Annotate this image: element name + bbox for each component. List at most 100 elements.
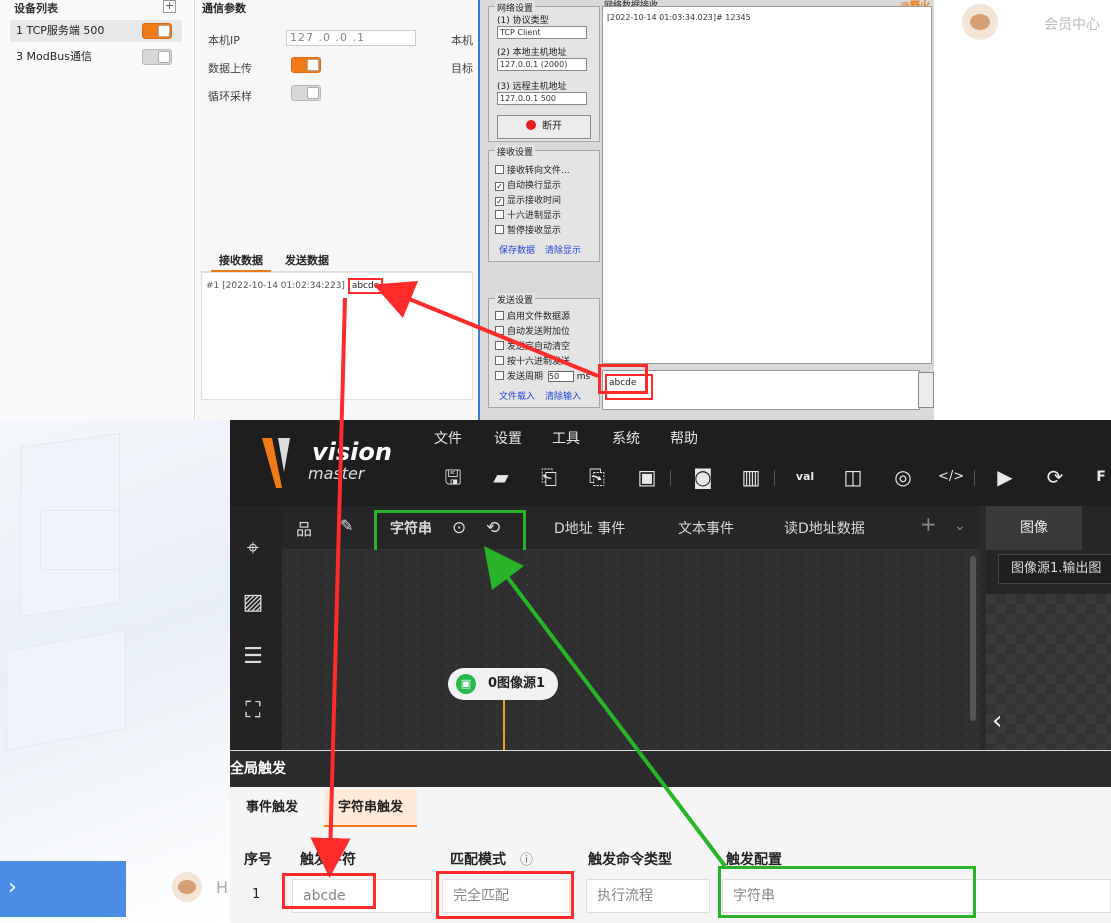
remote-host-input[interactable]: 127.0.0.1 500 bbox=[497, 92, 587, 105]
menu-help[interactable]: 帮助 bbox=[670, 428, 698, 448]
tools-icon[interactable]: ▥ bbox=[738, 464, 764, 490]
recv-option-show-time[interactable]: ✓ 显示接收时间 bbox=[495, 193, 561, 206]
row-index: 1 bbox=[252, 887, 261, 902]
menu-file[interactable]: 文件 bbox=[434, 428, 462, 448]
background-decoration: › H bbox=[0, 420, 230, 923]
lock-icon[interactable]: ▣ bbox=[634, 464, 660, 490]
tab-event-trigger[interactable]: 事件触发 bbox=[232, 789, 312, 827]
redo-icon[interactable]: ⎘ bbox=[584, 464, 610, 490]
col-index: 序号 bbox=[244, 852, 272, 868]
tab-d-address-event[interactable]: D地址 事件 bbox=[554, 518, 625, 538]
col-trigger-char: 触发字符 bbox=[300, 852, 356, 868]
f-icon[interactable]: F bbox=[1088, 464, 1111, 490]
monkey-avatar-icon bbox=[172, 872, 202, 902]
device-item-label: 3 ModBus通信 bbox=[16, 50, 92, 63]
menu-settings[interactable]: 设置 bbox=[494, 428, 522, 448]
load-file-link[interactable]: 文件载入 bbox=[499, 389, 535, 402]
hierarchy-icon[interactable]: 品 bbox=[296, 516, 312, 540]
member-center-link[interactable]: 会员中心 bbox=[1044, 14, 1100, 34]
recv-option-pause[interactable]: 暂停接收显示 bbox=[495, 223, 561, 236]
recv-option-hex[interactable]: 十六进制显示 bbox=[495, 208, 561, 221]
tab-string-trigger[interactable]: 字符串触发 bbox=[324, 789, 418, 827]
open-folder-icon[interactable]: ▰ bbox=[488, 464, 514, 490]
send-period-input[interactable]: 50 bbox=[547, 371, 574, 382]
image-edit-icon[interactable]: ▨ bbox=[236, 586, 270, 620]
deco-text: H bbox=[216, 878, 229, 897]
tab-image[interactable]: 图像 bbox=[986, 506, 1082, 550]
script-icon[interactable]: </> bbox=[938, 464, 964, 490]
canvas-scrollbar[interactable] bbox=[970, 556, 976, 721]
device-item-modbus[interactable]: 3 ModBus通信 bbox=[10, 46, 182, 68]
net-settings-group: 网络设置 (1) 协议类型 TCP Client (2) 本地主机地址 127.… bbox=[488, 1, 600, 142]
image-panel: 图像 图像源1.输出图 ‹ bbox=[986, 506, 1111, 750]
focus-icon[interactable]: ⛶ bbox=[236, 694, 270, 728]
send-option-hex[interactable]: 按十六进制发送 bbox=[495, 354, 570, 367]
tab-text-event[interactable]: 文本事件 bbox=[678, 518, 734, 538]
add-device-button[interactable]: + bbox=[163, 0, 176, 13]
send-option-auto-clear[interactable]: 发送完自动清空 bbox=[495, 339, 570, 352]
data-upload-toggle[interactable] bbox=[291, 57, 321, 73]
loop-sample-toggle[interactable] bbox=[291, 85, 321, 101]
send-option-append[interactable]: 自动发送附加位 bbox=[495, 324, 570, 337]
device-item-tcp-server[interactable]: 1 TCP服务端 500 bbox=[10, 20, 182, 42]
receive-data-line: #1 [2022-10-14 01:02:34:223] abcde bbox=[206, 278, 384, 294]
receive-log-text: [2022-10-14 01:03:34.023]# 12345 bbox=[607, 13, 751, 22]
flow-node-image-source[interactable]: ▣ 0图像源1 bbox=[448, 668, 558, 700]
disconnect-button-label: 断开 bbox=[542, 121, 562, 132]
chevron-down-icon[interactable]: ⌄ bbox=[954, 518, 966, 534]
recv-option-auto-wrap[interactable]: ✓ 自动换行显示 bbox=[495, 178, 561, 191]
net-assistant-window: @野火 网络设置 (1) 协议类型 TCP Client (2) 本地主机地址 … bbox=[478, 0, 934, 420]
data-tabs: 接收数据 发送数据 bbox=[201, 248, 471, 272]
col-match-mode: 匹配模式 bbox=[450, 852, 506, 868]
undo-icon[interactable]: ⎗ bbox=[536, 464, 562, 490]
deco-card bbox=[40, 510, 120, 570]
save-data-link[interactable]: 保存数据 bbox=[499, 243, 535, 256]
chevron-left-icon[interactable]: ‹ bbox=[992, 706, 1002, 736]
variable-icon[interactable]: val bbox=[792, 464, 818, 490]
run-loop-icon[interactable]: ⟳ bbox=[1042, 464, 1068, 490]
send-option-file-source[interactable]: 启用文件数据源 bbox=[495, 309, 570, 322]
send-input-area[interactable]: abcde bbox=[602, 370, 920, 410]
remote-host-label: (3) 远程主机地址 bbox=[497, 82, 567, 92]
tab-send-data[interactable]: 发送数据 bbox=[277, 252, 337, 270]
send-settings-group: 发送设置 启用文件数据源 自动发送附加位 发送完自动清空 按十六进制发送 发送周… bbox=[488, 293, 600, 408]
io-icon[interactable]: ◫ bbox=[840, 464, 866, 490]
send-option-period[interactable]: 发送周期 50 ms bbox=[495, 369, 590, 382]
add-tab-button[interactable]: + bbox=[920, 512, 937, 536]
image-source-select[interactable]: 图像源1.输出图 bbox=[998, 554, 1111, 584]
logo-master-text: master bbox=[308, 464, 365, 483]
vision-master-logo bbox=[260, 432, 300, 492]
device-enable-toggle[interactable] bbox=[142, 23, 172, 39]
recv-option-to-file[interactable]: 接收转向文件... bbox=[495, 163, 570, 176]
red-annotation-box bbox=[436, 871, 574, 919]
vm-top-bar: vision master 文件 设置 工具 系统 帮助 🖫 ▰ ⎗ ⎘ ▣ ◙… bbox=[230, 420, 1111, 506]
disconnect-button[interactable]: 断开 bbox=[497, 115, 591, 139]
menu-tools[interactable]: 工具 bbox=[552, 428, 580, 448]
wrench-icon[interactable]: ✎ bbox=[340, 516, 353, 535]
send-button[interactable] bbox=[918, 372, 934, 408]
tab-receive-data[interactable]: 接收数据 bbox=[211, 252, 271, 272]
menu-system[interactable]: 系统 bbox=[612, 428, 640, 448]
save-icon[interactable]: 🖫 bbox=[440, 464, 466, 490]
protocol-select[interactable]: TCP Client bbox=[497, 26, 587, 39]
local-ip-input[interactable]: 127 .0 .0 .1 bbox=[286, 30, 416, 46]
device-enable-toggle[interactable] bbox=[142, 49, 172, 65]
command-type-select[interactable]: 执行流程 bbox=[586, 879, 710, 913]
col-command-type: 触发命令类型 bbox=[588, 852, 672, 868]
info-icon[interactable]: ⓘ bbox=[520, 849, 533, 868]
clear-display-link[interactable]: 清除显示 bbox=[545, 243, 581, 256]
global-icon[interactable]: ◎ bbox=[890, 464, 916, 490]
clear-input-link[interactable]: 清除输入 bbox=[545, 389, 581, 402]
tab-read-d-address[interactable]: 读D地址数据 bbox=[784, 518, 865, 538]
vision-master-window: vision master 文件 设置 工具 系统 帮助 🖫 ▰ ⎗ ⎘ ▣ ◙… bbox=[230, 420, 1111, 923]
status-dot-icon bbox=[526, 120, 536, 130]
crosshair-icon[interactable]: ⌖ bbox=[236, 532, 270, 566]
list-icon[interactable]: ☰ bbox=[236, 640, 270, 674]
run-once-icon[interactable]: ▶ bbox=[992, 464, 1018, 490]
camera-icon[interactable]: ◙ bbox=[690, 464, 716, 490]
recv-settings-title: 接收设置 bbox=[495, 145, 536, 158]
device-list-panel: 设备列表 + 1 TCP服务端 500 3 ModBus通信 bbox=[0, 0, 195, 420]
local-host-input[interactable]: 127.0.0.1 (2000) bbox=[497, 58, 587, 71]
flow-canvas[interactable] bbox=[282, 550, 980, 750]
green-annotation-box bbox=[718, 866, 976, 918]
